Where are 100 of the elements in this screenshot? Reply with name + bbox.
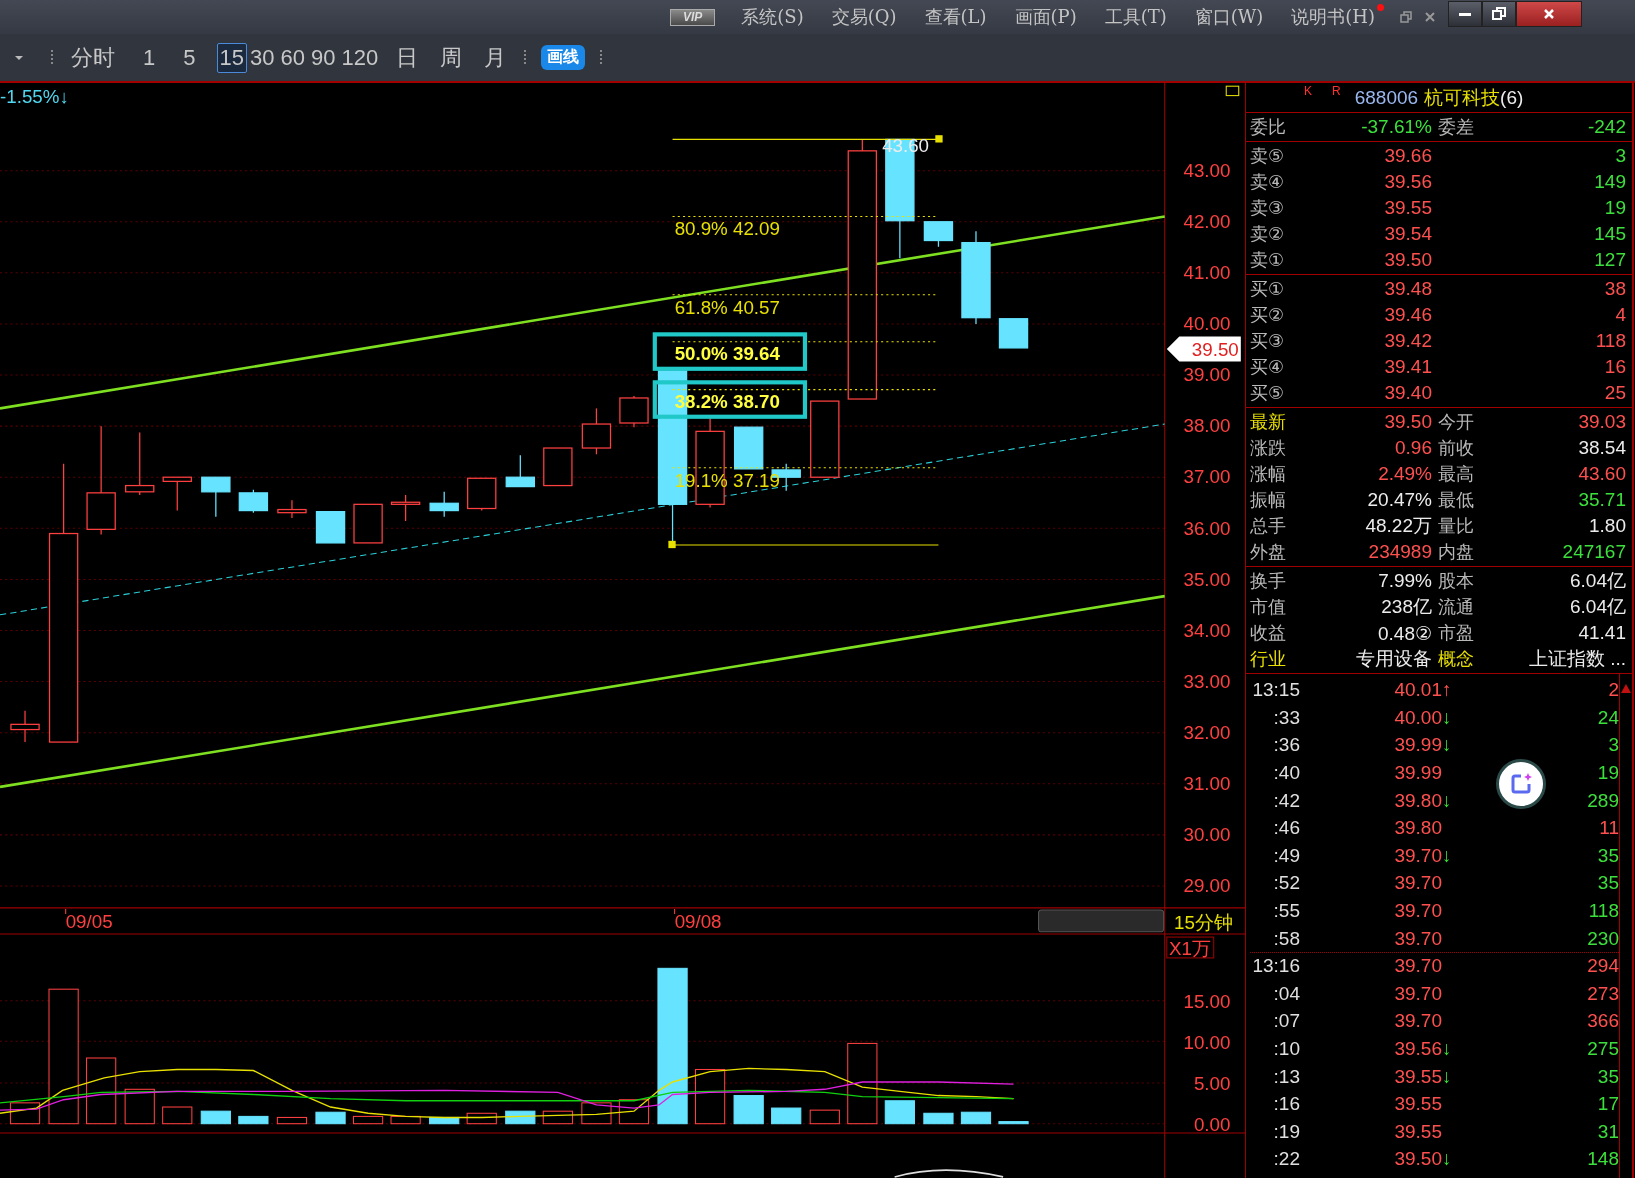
field-label: 委比: [1250, 115, 1287, 139]
candlestick: [201, 476, 231, 518]
close-icon[interactable]: [1424, 11, 1437, 23]
change-percent: -1.55%↓: [0, 85, 69, 107]
price-axis-label: 42.00: [1183, 211, 1231, 232]
volume-bar: [505, 1110, 536, 1125]
stock-count: (6): [1500, 86, 1524, 109]
tick-volume: 3: [1608, 734, 1619, 757]
scrollbar[interactable]: [1619, 674, 1632, 1178]
field-label: 振幅: [1250, 488, 1287, 512]
tick-time: :42: [1273, 789, 1300, 812]
close-button[interactable]: [1516, 1, 1583, 27]
period-tab[interactable]: 30: [247, 42, 278, 73]
field-value: 2.49%: [1378, 463, 1432, 485]
menu-item[interactable]: 画面(P): [1014, 5, 1077, 29]
draw-line-button[interactable]: 画线: [541, 45, 586, 70]
period-tab[interactable]: 1: [140, 42, 159, 73]
field-label: 流通: [1437, 595, 1475, 619]
tick-time: 13:15: [1252, 679, 1300, 702]
tick-volume: 11: [1599, 817, 1619, 840]
field-value: 35.71: [1578, 489, 1626, 511]
field-label: 最低: [1437, 488, 1475, 512]
tick-volume: 275: [1587, 1038, 1619, 1060]
field-value: 上证指数 ...: [1528, 647, 1626, 671]
menu-item[interactable]: 工具(T): [1104, 5, 1167, 29]
order-level-label: 买⑤: [1250, 381, 1286, 405]
order-volume: 16: [1604, 356, 1626, 378]
restore-icon[interactable]: [1400, 11, 1413, 23]
scrollbar[interactable]: [1038, 909, 1165, 933]
assistant-button[interactable]: [1496, 759, 1546, 809]
volume-bar: [429, 1116, 460, 1125]
handle-icon[interactable]: [668, 540, 676, 549]
minimize-icon: [1459, 12, 1472, 16]
tick-time: :55: [1273, 900, 1300, 923]
period-tab[interactable]: 90: [307, 42, 339, 73]
order-price: 39.40: [1384, 382, 1432, 404]
order-price: 39.55: [1384, 197, 1432, 219]
price-axis-label: 30.00: [1183, 824, 1231, 846]
volume-bar: [390, 1115, 421, 1125]
candlestick: [429, 491, 459, 518]
period-tab[interactable]: 5: [180, 42, 199, 73]
field-label: 前收: [1437, 436, 1475, 460]
panel-toggle-icon[interactable]: [1225, 85, 1240, 97]
field-label: 市盈: [1437, 621, 1475, 645]
volume-axis-label: 15.00: [1183, 990, 1231, 1012]
period-tab[interactable]: 15: [216, 42, 247, 73]
handle-icon[interactable]: [935, 135, 943, 143]
order-level-label: 买④: [1250, 355, 1286, 379]
close-icon: [1542, 7, 1557, 21]
flag-mark: R: [1332, 84, 1341, 98]
caret-icon[interactable]: [14, 53, 24, 62]
period-tab[interactable]: 60: [277, 42, 308, 73]
order-volume: 145: [1594, 223, 1626, 245]
order-level-label: 买③: [1250, 329, 1286, 353]
volume-bar: [466, 1112, 497, 1125]
tick-volume: 31: [1597, 1120, 1619, 1143]
stock-code: 688006: [1354, 86, 1419, 109]
period-tab[interactable]: 分时: [68, 40, 118, 75]
candlestick: [125, 431, 155, 496]
candlestick: [277, 499, 307, 519]
tick-volume: 35: [1597, 844, 1619, 867]
tick-time: :10: [1273, 1038, 1300, 1060]
period-tab[interactable]: 月: [481, 40, 510, 75]
tick-time: :52: [1273, 872, 1300, 895]
tick-time: :58: [1273, 927, 1300, 950]
menu-item[interactable]: 查看(L): [924, 5, 987, 29]
tick-price: 39.55: [1394, 1093, 1442, 1116]
candlestick: [467, 477, 497, 512]
menu-item[interactable]: 交易(Q): [831, 5, 897, 29]
menu-item[interactable]: 窗口(W): [1194, 5, 1264, 29]
period-tab[interactable]: 120: [338, 42, 382, 73]
volume-bar: [884, 1100, 915, 1125]
tick-arrow: ↓: [1442, 706, 1453, 729]
candlestick: [238, 489, 269, 514]
tick-price: 39.70: [1394, 927, 1442, 950]
stock-name: 杭可科技: [1424, 84, 1501, 110]
tick-volume: 289: [1587, 789, 1619, 812]
tick-price: 39.56: [1394, 1038, 1442, 1060]
price-axis-label: 32.00: [1183, 721, 1231, 743]
vip-badge[interactable]: VIP: [670, 8, 716, 26]
scroll-up-icon[interactable]: [1621, 684, 1631, 693]
period-tab[interactable]: 周: [437, 40, 466, 75]
field-label: 概念: [1437, 647, 1475, 671]
field-label: 涨幅: [1250, 462, 1287, 486]
menu-item[interactable]: 系统(S): [741, 5, 804, 29]
field-value: 38.54: [1578, 437, 1626, 459]
tick-time: :07: [1273, 1010, 1300, 1033]
tick-price: 39.50: [1394, 1148, 1442, 1171]
maximize-button[interactable]: [1482, 1, 1517, 27]
field-label: 最高: [1437, 462, 1475, 486]
fib-level-label: 80.9% 42.09: [674, 218, 780, 240]
restore-icon: [1492, 7, 1507, 21]
field-label: 内盘: [1437, 540, 1475, 564]
tick-price: 39.70: [1394, 982, 1442, 1005]
period-tab[interactable]: 日: [393, 40, 422, 75]
field-value: 238亿: [1381, 595, 1432, 619]
order-volume: 19: [1604, 197, 1626, 219]
fib-level-label: 50.0% 39.64: [674, 343, 780, 365]
menu-item[interactable]: 说明书(H): [1291, 5, 1376, 29]
minimize-button[interactable]: [1448, 1, 1483, 27]
